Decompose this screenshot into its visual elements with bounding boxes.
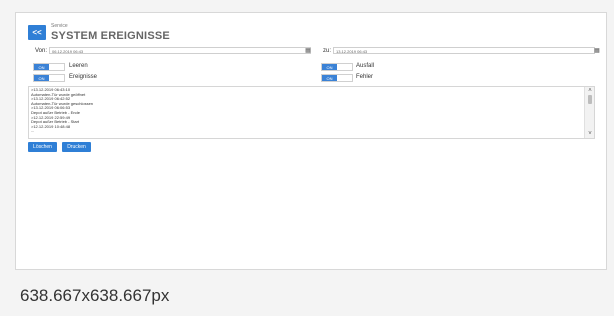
toggle-leeren[interactable]: ON xyxy=(33,63,65,71)
events-panel: << Service SYSTEM EREIGNISSE Von: 06.12.… xyxy=(15,12,607,270)
from-date-field[interactable]: 06.12.2019 06:43 xyxy=(49,47,311,54)
toggle-state: ON xyxy=(34,75,49,81)
toggle-fehler[interactable]: ON xyxy=(321,74,353,82)
event-log[interactable]: >13.12.2019 06:43:10 Automaten-Tür wurde… xyxy=(28,86,595,139)
toggle-state: ON xyxy=(322,75,337,81)
toggle-label-ereignisse: Ereignisse xyxy=(69,74,98,80)
calendar-icon[interactable]: ▦ xyxy=(305,48,311,54)
log-line: ... xyxy=(31,128,35,134)
scroll-up-icon[interactable]: ˄ xyxy=(585,87,594,95)
toggle-state: ON xyxy=(322,64,337,70)
page-title: SYSTEM EREIGNISSE xyxy=(51,30,170,42)
event-log-lines: >13.12.2019 06:43:10 Automaten-Tür wurde… xyxy=(31,87,431,134)
toggle-ereignisse[interactable]: ON xyxy=(33,74,65,82)
scroll-down-icon[interactable]: ˅ xyxy=(585,130,594,138)
toggle-state: ON xyxy=(34,64,49,70)
from-label: Von: xyxy=(35,48,48,54)
scroll-thumb[interactable] xyxy=(588,95,592,104)
breadcrumb: Service xyxy=(51,23,68,29)
toggle-label-ausfall: Ausfall xyxy=(356,63,375,69)
back-button[interactable]: << xyxy=(28,25,46,40)
log-scrollbar[interactable]: ˄ ˅ xyxy=(584,87,594,138)
clear-button[interactable]: Löschen xyxy=(28,142,57,152)
toggle-label-fehler: Fehler xyxy=(356,74,374,80)
to-label: zu: xyxy=(323,48,332,54)
calendar-icon[interactable]: ▦ xyxy=(594,48,600,54)
toggle-label-leeren: Leeren xyxy=(69,63,88,69)
to-date-field[interactable]: 13.12.2019 06:43 xyxy=(333,47,595,54)
toggle-ausfall[interactable]: ON xyxy=(321,63,353,71)
dimensions-label: 638.667x638.667px xyxy=(20,286,170,305)
print-button[interactable]: Drucken xyxy=(62,142,91,152)
